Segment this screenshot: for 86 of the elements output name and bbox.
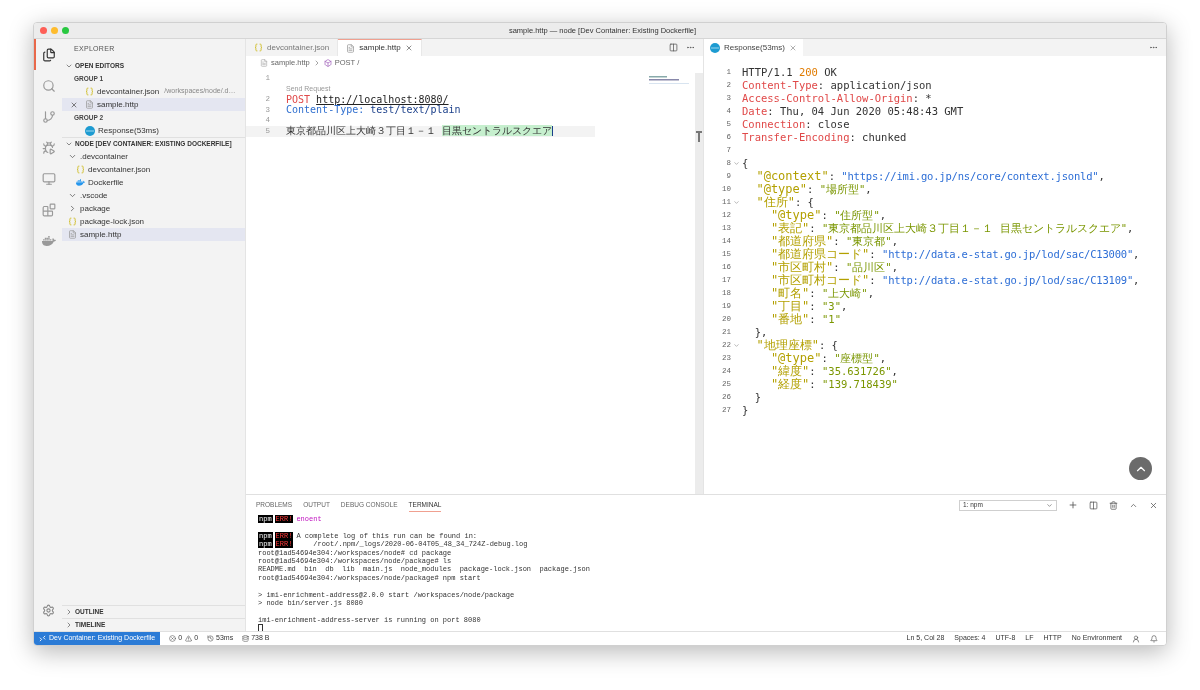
code-line: "丁目": "3", — [769, 300, 848, 313]
code-line: "町名": "上大崎", — [769, 287, 874, 300]
code-line: "@context": "https://imi.go.jp/ns/core/context.jsonld", — [755, 170, 1105, 183]
bell-icon[interactable] — [1150, 634, 1158, 643]
settings-icon[interactable] — [41, 604, 55, 617]
code-line: "番地": "1" — [769, 313, 841, 326]
close-icon[interactable] — [404, 44, 413, 52]
whale-icon — [42, 233, 56, 248]
folder-item[interactable]: .vscode — [62, 189, 245, 202]
file-item[interactable]: package-lock.json — [62, 215, 245, 228]
file-icon — [346, 43, 356, 53]
file-item[interactable]: Dockerfile — [62, 176, 245, 189]
braces-icon — [68, 217, 77, 226]
blocks-icon — [42, 202, 56, 217]
more-icon[interactable] — [686, 43, 695, 52]
file-item[interactable]: sample.http — [62, 228, 245, 241]
warning-icon — [185, 635, 193, 642]
open-editor-item[interactable]: sample.http — [62, 98, 245, 111]
file-item[interactable]: devcontainer.json — [62, 163, 245, 176]
trash-icon[interactable] — [1109, 500, 1118, 510]
monitor-icon — [42, 171, 56, 186]
chevron-down-icon[interactable] — [733, 342, 740, 349]
bug-play-icon — [42, 140, 56, 155]
scroll-to-top-button[interactable] — [1129, 457, 1152, 480]
code-line: { — [742, 157, 749, 170]
zoom-window-button[interactable] — [62, 27, 69, 34]
braces-icon — [85, 87, 94, 96]
code-line: "都道府県": "東京都", — [769, 235, 898, 248]
code-line: "都道府県コード": "http://data.e-stat.go.jp/lod/sac/C13000", — [769, 248, 1140, 261]
close-window-button[interactable] — [40, 27, 47, 34]
code-line: "緯度": "35.631726", — [769, 365, 898, 378]
history-icon — [207, 635, 215, 642]
folder-item[interactable]: .devcontainer — [62, 150, 245, 163]
code-line: Access-Control-Allow-Origin: * — [742, 92, 932, 105]
branch-icon — [42, 109, 56, 124]
file-icon — [85, 100, 94, 109]
code-line: HTTP/1.1 200 OK — [742, 66, 837, 79]
code-line: "@type": "住所型", — [769, 209, 887, 222]
code-line: "表記": "東京都品川区上大崎３丁目１－１ 目黒セントラルスクエア", — [769, 222, 1134, 235]
minimap — [649, 75, 689, 85]
search-icon — [42, 78, 56, 93]
code-line: "@type": "場所型", — [755, 183, 872, 196]
split-editor-icon[interactable] — [669, 43, 678, 52]
close-icon[interactable] — [70, 100, 78, 109]
code-line: Date: Thu, 04 Jun 2020 05:48:43 GMT — [742, 105, 964, 118]
chevron-right-icon[interactable] — [68, 204, 77, 213]
code-line: Transfer-Encoding: chunked — [742, 131, 907, 144]
whale-icon — [76, 178, 85, 187]
chevron-down-icon — [1046, 501, 1053, 509]
plus-icon[interactable] — [1068, 500, 1078, 510]
code-line: "地理座標": { — [755, 339, 838, 352]
split-terminal-icon[interactable] — [1089, 500, 1098, 510]
code-line: "住所": { — [755, 196, 814, 209]
code-line: "@type": "座標型", — [769, 352, 887, 365]
editor-tab[interactable]: Response(53ms) — [704, 39, 803, 56]
cube-icon — [323, 59, 332, 67]
braces-icon — [254, 43, 263, 52]
chevron-down-icon[interactable] — [733, 160, 740, 167]
close-icon[interactable] — [788, 43, 797, 52]
code-line: "市区町村コード": "http://data.e-stat.go.jp/lod/sac/C13109", — [769, 274, 1140, 287]
database-icon — [242, 635, 250, 642]
folder-item[interactable]: package — [62, 202, 245, 215]
error-icon — [169, 635, 177, 642]
code-line: Connection: close — [742, 118, 850, 131]
code-line: } — [742, 404, 749, 417]
chevron-down-icon[interactable] — [733, 199, 740, 206]
more-icon[interactable] — [1149, 43, 1158, 52]
editor-tab[interactable]: sample.http — [338, 39, 422, 56]
code-line: 東京都品川区上大崎３丁目１－１ 目黒セントラルスクエア — [286, 126, 553, 137]
code-line: Content-Type: test/text/plain — [286, 105, 461, 116]
code-line: "経度": "139.718439" — [769, 378, 898, 391]
person-icon[interactable] — [1132, 634, 1140, 643]
file-icon — [260, 59, 268, 67]
code-line: POST http://localhost:8080/ — [286, 94, 449, 105]
code-line: Content-Type: application/json — [742, 79, 932, 92]
close-icon[interactable] — [1149, 500, 1158, 510]
files-icon — [42, 47, 56, 62]
code-line: }, — [753, 326, 768, 339]
braces-icon — [76, 165, 85, 174]
chevron-down-icon[interactable] — [68, 191, 77, 200]
open-editor-item[interactable]: Response(53ms) — [62, 124, 245, 137]
scrollbar[interactable] — [695, 73, 703, 494]
code-line: } — [753, 391, 761, 404]
remote-icon — [39, 635, 46, 642]
file-icon — [68, 230, 77, 239]
code-line: "市区町村": "品川区", — [769, 261, 898, 274]
